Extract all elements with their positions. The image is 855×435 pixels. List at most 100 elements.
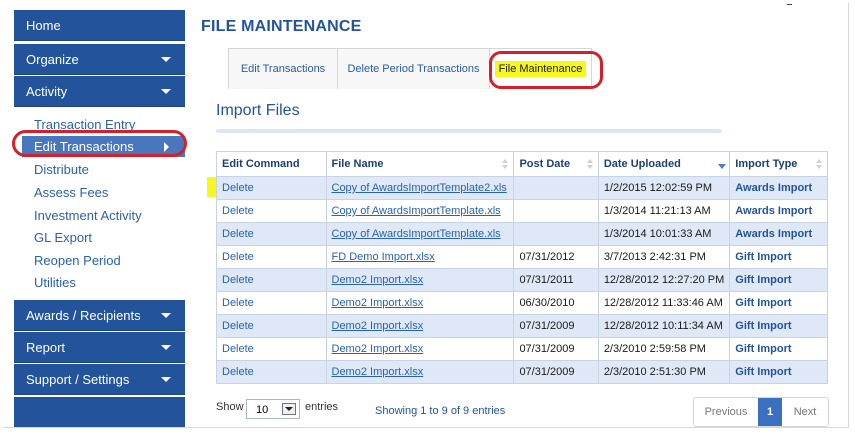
column-header-edit-command: Edit Command [216,151,327,177]
file-name-cell: FD Demo Import.xlsx [325,245,515,269]
delete-link[interactable]: Delete [216,199,327,223]
tab-delete-period-transactions[interactable]: Delete Period Transactions [337,48,490,89]
page-size-value: 10 [256,404,269,416]
submenu-gl-export[interactable]: GL Export [14,227,185,248]
file-link[interactable]: Demo2 Import.xlsx [332,274,424,286]
caret-down-icon [161,89,171,94]
file-link[interactable]: Demo2 Import.xlsx [332,297,424,309]
tab-edit-transactions[interactable]: Edit Transactions [228,48,338,89]
submenu-label: Utilities [34,275,76,290]
column-header-import-type[interactable]: Import Type [729,151,828,177]
nav-organize-label: Organize [26,52,79,67]
sort-desc-icon [718,159,727,169]
column-header-date-uploaded[interactable]: Date Uploaded [597,151,731,177]
caret-down-icon [161,313,171,318]
table-row: Delete Demo2 Import.xlsx 07/31/2009 2/3/… [216,360,828,384]
date-uploaded-cell: 12/28/2012 10:11:34 AM [597,314,731,338]
table-row: Delete Copy of AwardsImportTemplate2.xls… [216,176,828,200]
nav-support-label: Support / Settings [26,372,130,387]
submenu-assess-fees[interactable]: Assess Fees [14,182,185,203]
nav-home[interactable]: Home [14,10,185,41]
column-header-post-date[interactable]: Post Date [513,151,599,177]
date-uploaded-cell: 12/28/2012 12:27:20 PM [597,268,731,292]
date-uploaded-cell: 1/3/2014 10:01:33 AM [597,222,731,246]
file-name-cell: Demo2 Import.xlsx [325,291,515,315]
submenu-label: Assess Fees [34,185,109,200]
post-date-cell: 07/31/2012 [513,245,599,269]
post-date-cell [513,222,599,246]
post-date-cell: 07/31/2009 [513,360,599,384]
header-label: Import Type [735,158,798,170]
pagination: Previous 1 Next [693,397,829,427]
table-info: Showing 1 to 9 of 9 entries [375,405,506,417]
import-type-cell: Awards Import [729,222,828,246]
section-divider [216,129,722,133]
file-link[interactable]: Copy of AwardsImportTemplate.xls [332,205,501,217]
table-row: Delete Copy of AwardsImportTemplate.xls … [216,199,828,223]
post-date-cell: 07/31/2011 [513,268,599,292]
page-1-button[interactable]: 1 [758,398,782,426]
submenu-investment-activity[interactable]: Investment Activity [14,205,185,226]
post-date-cell [513,176,599,200]
delete-link[interactable]: Delete [216,337,327,361]
delete-link[interactable]: Delete [216,314,327,338]
nav-activity-label: Activity [26,84,68,99]
table-row: Delete Copy of AwardsImportTemplate.xls … [216,222,828,246]
submenu-label: GL Export [34,230,93,245]
caret-down-icon [161,377,171,382]
file-link[interactable]: Demo2 Import.xlsx [332,320,424,332]
submenu-label: Investment Activity [34,208,142,223]
tab-label: Delete Period Transactions [347,63,480,75]
file-link[interactable]: Demo2 Import.xlsx [332,343,424,355]
nav-organize[interactable]: Organize [14,44,185,75]
table-row: Delete Demo2 Import.xlsx 07/31/2009 2/3/… [216,337,828,361]
file-name-cell: Demo2 Import.xlsx [325,337,515,361]
delete-link[interactable]: Delete [216,245,327,269]
next-button[interactable]: Next [782,398,828,426]
file-name-cell: Demo2 Import.xlsx [325,268,515,292]
delete-link[interactable]: Delete [216,268,327,292]
nav-awards-label: Awards / Recipients [26,308,141,323]
delete-link[interactable]: Delete [216,222,327,246]
date-uploaded-cell: 12/28/2012 11:33:46 AM [597,291,731,315]
table-header-row: Edit Command File Name Post Date Date Up… [216,151,828,177]
file-link[interactable]: Copy of AwardsImportTemplate2.xls [332,182,507,194]
delete-link[interactable]: Delete [216,291,327,315]
submenu-reopen-period[interactable]: Reopen Period [14,250,185,271]
submenu-label: Reopen Period [34,253,121,268]
sort-icon [502,159,509,169]
tab-label: Edit Transactions [240,63,326,75]
app-frame: Home Organize Activity Transaction Entry… [3,3,849,428]
previous-button[interactable]: Previous [694,398,758,426]
nav-support-settings[interactable]: Support / Settings [14,364,185,395]
file-link[interactable]: FD Demo Import.xlsx [332,251,435,263]
header-label: File Name [331,158,384,170]
submenu-distribute[interactable]: Distribute [14,159,185,180]
annotation-ring-edit-transactions [12,130,187,157]
sidebar-filler [14,397,185,427]
submenu-utilities[interactable]: Utilities [14,272,185,293]
delete-link[interactable]: Delete [216,176,327,200]
column-header-file-name[interactable]: File Name [325,151,515,177]
caret-down-icon [161,57,171,62]
nav-awards-recipients[interactable]: Awards / Recipients [14,300,185,331]
chevron-down-icon [282,403,296,415]
nav-activity[interactable]: Activity [14,76,185,107]
sort-icon [586,159,593,169]
section-title: Import Files [216,102,300,119]
delete-link[interactable]: Delete [216,360,327,384]
import-type-cell: Awards Import [729,176,828,200]
file-link[interactable]: Demo2 Import.xlsx [332,366,424,378]
file-link[interactable]: Copy of AwardsImportTemplate.xls [332,228,501,240]
sidebar: Home Organize Activity Transaction Entry… [14,10,185,427]
nav-report[interactable]: Report [14,332,185,363]
date-uploaded-cell: 2/3/2010 2:59:58 PM [597,337,731,361]
import-type-cell: Gift Import [729,245,828,269]
import-type-cell: Gift Import [729,337,828,361]
date-uploaded-cell: 2/3/2010 2:51:30 PM [597,360,731,384]
header-label: Date Uploaded [603,158,681,170]
table-row: Delete Demo2 Import.xlsx 06/30/2010 12/2… [216,291,828,315]
page-size-select[interactable]: 10 [246,399,300,419]
import-files-table: Edit Command File Name Post Date Date Up… [216,151,828,384]
post-date-cell: 07/31/2009 [513,314,599,338]
